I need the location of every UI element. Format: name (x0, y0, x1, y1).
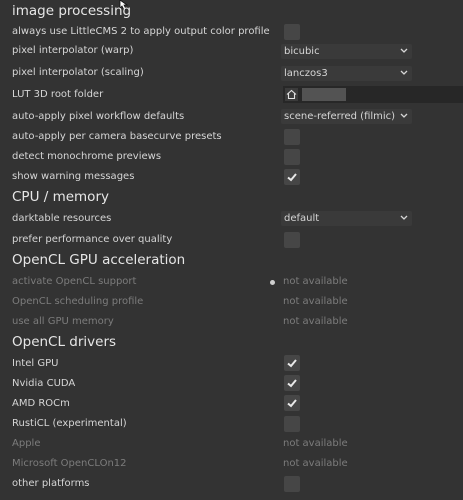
nvidia-cuda-label: Nvidia CUDA (12, 378, 76, 389)
interp-scaling-label: pixel interpolator (scaling) (12, 67, 144, 78)
other-platforms-checkbox[interactable] (284, 476, 300, 492)
chevron-down-icon (400, 215, 408, 220)
checkmark-icon (287, 359, 297, 368)
section-opencl-gpu: OpenCL GPU acceleration (12, 252, 186, 268)
gpu-memory-label: use all GPU memory (12, 316, 114, 327)
interp-warp-label: pixel interpolator (warp) (12, 45, 134, 56)
intel-gpu-label: Intel GPU (12, 358, 59, 369)
home-icon[interactable] (285, 88, 298, 101)
microsoft-opencl-label: Microsoft OpenCLOn12 (12, 458, 127, 469)
section-opencl-drivers: OpenCL drivers (12, 334, 117, 350)
amd-rocm-label: AMD ROCm (12, 398, 70, 409)
apple-value: not available (283, 438, 348, 449)
littlecms-checkbox[interactable] (284, 24, 300, 40)
basecurve-label: auto-apply per camera basecurve presets (12, 131, 222, 142)
monochrome-label: detect monochrome previews (12, 151, 162, 162)
lut-root-label: LUT 3D root folder (12, 89, 104, 100)
interp-scaling-select[interactable]: lanczos3 (281, 66, 412, 81)
apple-label: Apple (12, 438, 41, 449)
interp-warp-select[interactable]: bicubic (281, 44, 412, 59)
rusticl-checkbox[interactable] (284, 416, 300, 432)
other-platforms-label: other platforms (12, 478, 90, 489)
changed-indicator-dot (270, 280, 275, 285)
opencl-activate-value: not available (283, 276, 348, 287)
microsoft-opencl-value: not available (283, 458, 348, 469)
chevron-down-icon (400, 48, 408, 53)
workflow-defaults-label: auto-apply pixel workflow defaults (12, 111, 185, 122)
opencl-scheduling-label: OpenCL scheduling profile (12, 296, 144, 307)
resources-label: darktable resources (12, 213, 112, 224)
resources-select[interactable]: default (281, 211, 412, 226)
warnings-label: show warning messages (12, 171, 135, 182)
resources-value: default (284, 213, 320, 224)
lut-root-path-input[interactable] (302, 88, 346, 101)
workflow-defaults-select[interactable]: scene-referred (filmic) (281, 109, 412, 124)
littlecms-label: always use LittleCMS 2 to apply output c… (12, 26, 270, 37)
section-cpu-memory: CPU / memory (12, 189, 109, 205)
amd-rocm-checkbox[interactable] (284, 395, 300, 411)
warnings-checkbox[interactable] (284, 169, 300, 185)
checkmark-icon (287, 399, 297, 408)
interp-scaling-value: lanczos3 (284, 68, 328, 79)
nvidia-cuda-checkbox[interactable] (284, 375, 300, 391)
rusticl-label: RustiCL (experimental) (12, 418, 127, 429)
performance-label: prefer performance over quality (12, 234, 173, 245)
lut-root-folder-field (283, 86, 463, 103)
chevron-down-icon (400, 113, 408, 118)
chevron-down-icon (400, 70, 408, 75)
workflow-defaults-value: scene-referred (filmic) (284, 111, 396, 122)
monochrome-checkbox[interactable] (284, 149, 300, 165)
interp-warp-value: bicubic (284, 46, 320, 57)
performance-checkbox[interactable] (284, 232, 300, 248)
basecurve-checkbox[interactable] (284, 129, 300, 145)
checkmark-icon (287, 173, 297, 182)
gpu-memory-value: not available (283, 316, 348, 327)
intel-gpu-checkbox[interactable] (284, 355, 300, 371)
checkmark-icon (287, 379, 297, 388)
section-image-processing: image processing (12, 3, 132, 19)
opencl-scheduling-value: not available (283, 296, 348, 307)
opencl-activate-label: activate OpenCL support (12, 276, 137, 287)
